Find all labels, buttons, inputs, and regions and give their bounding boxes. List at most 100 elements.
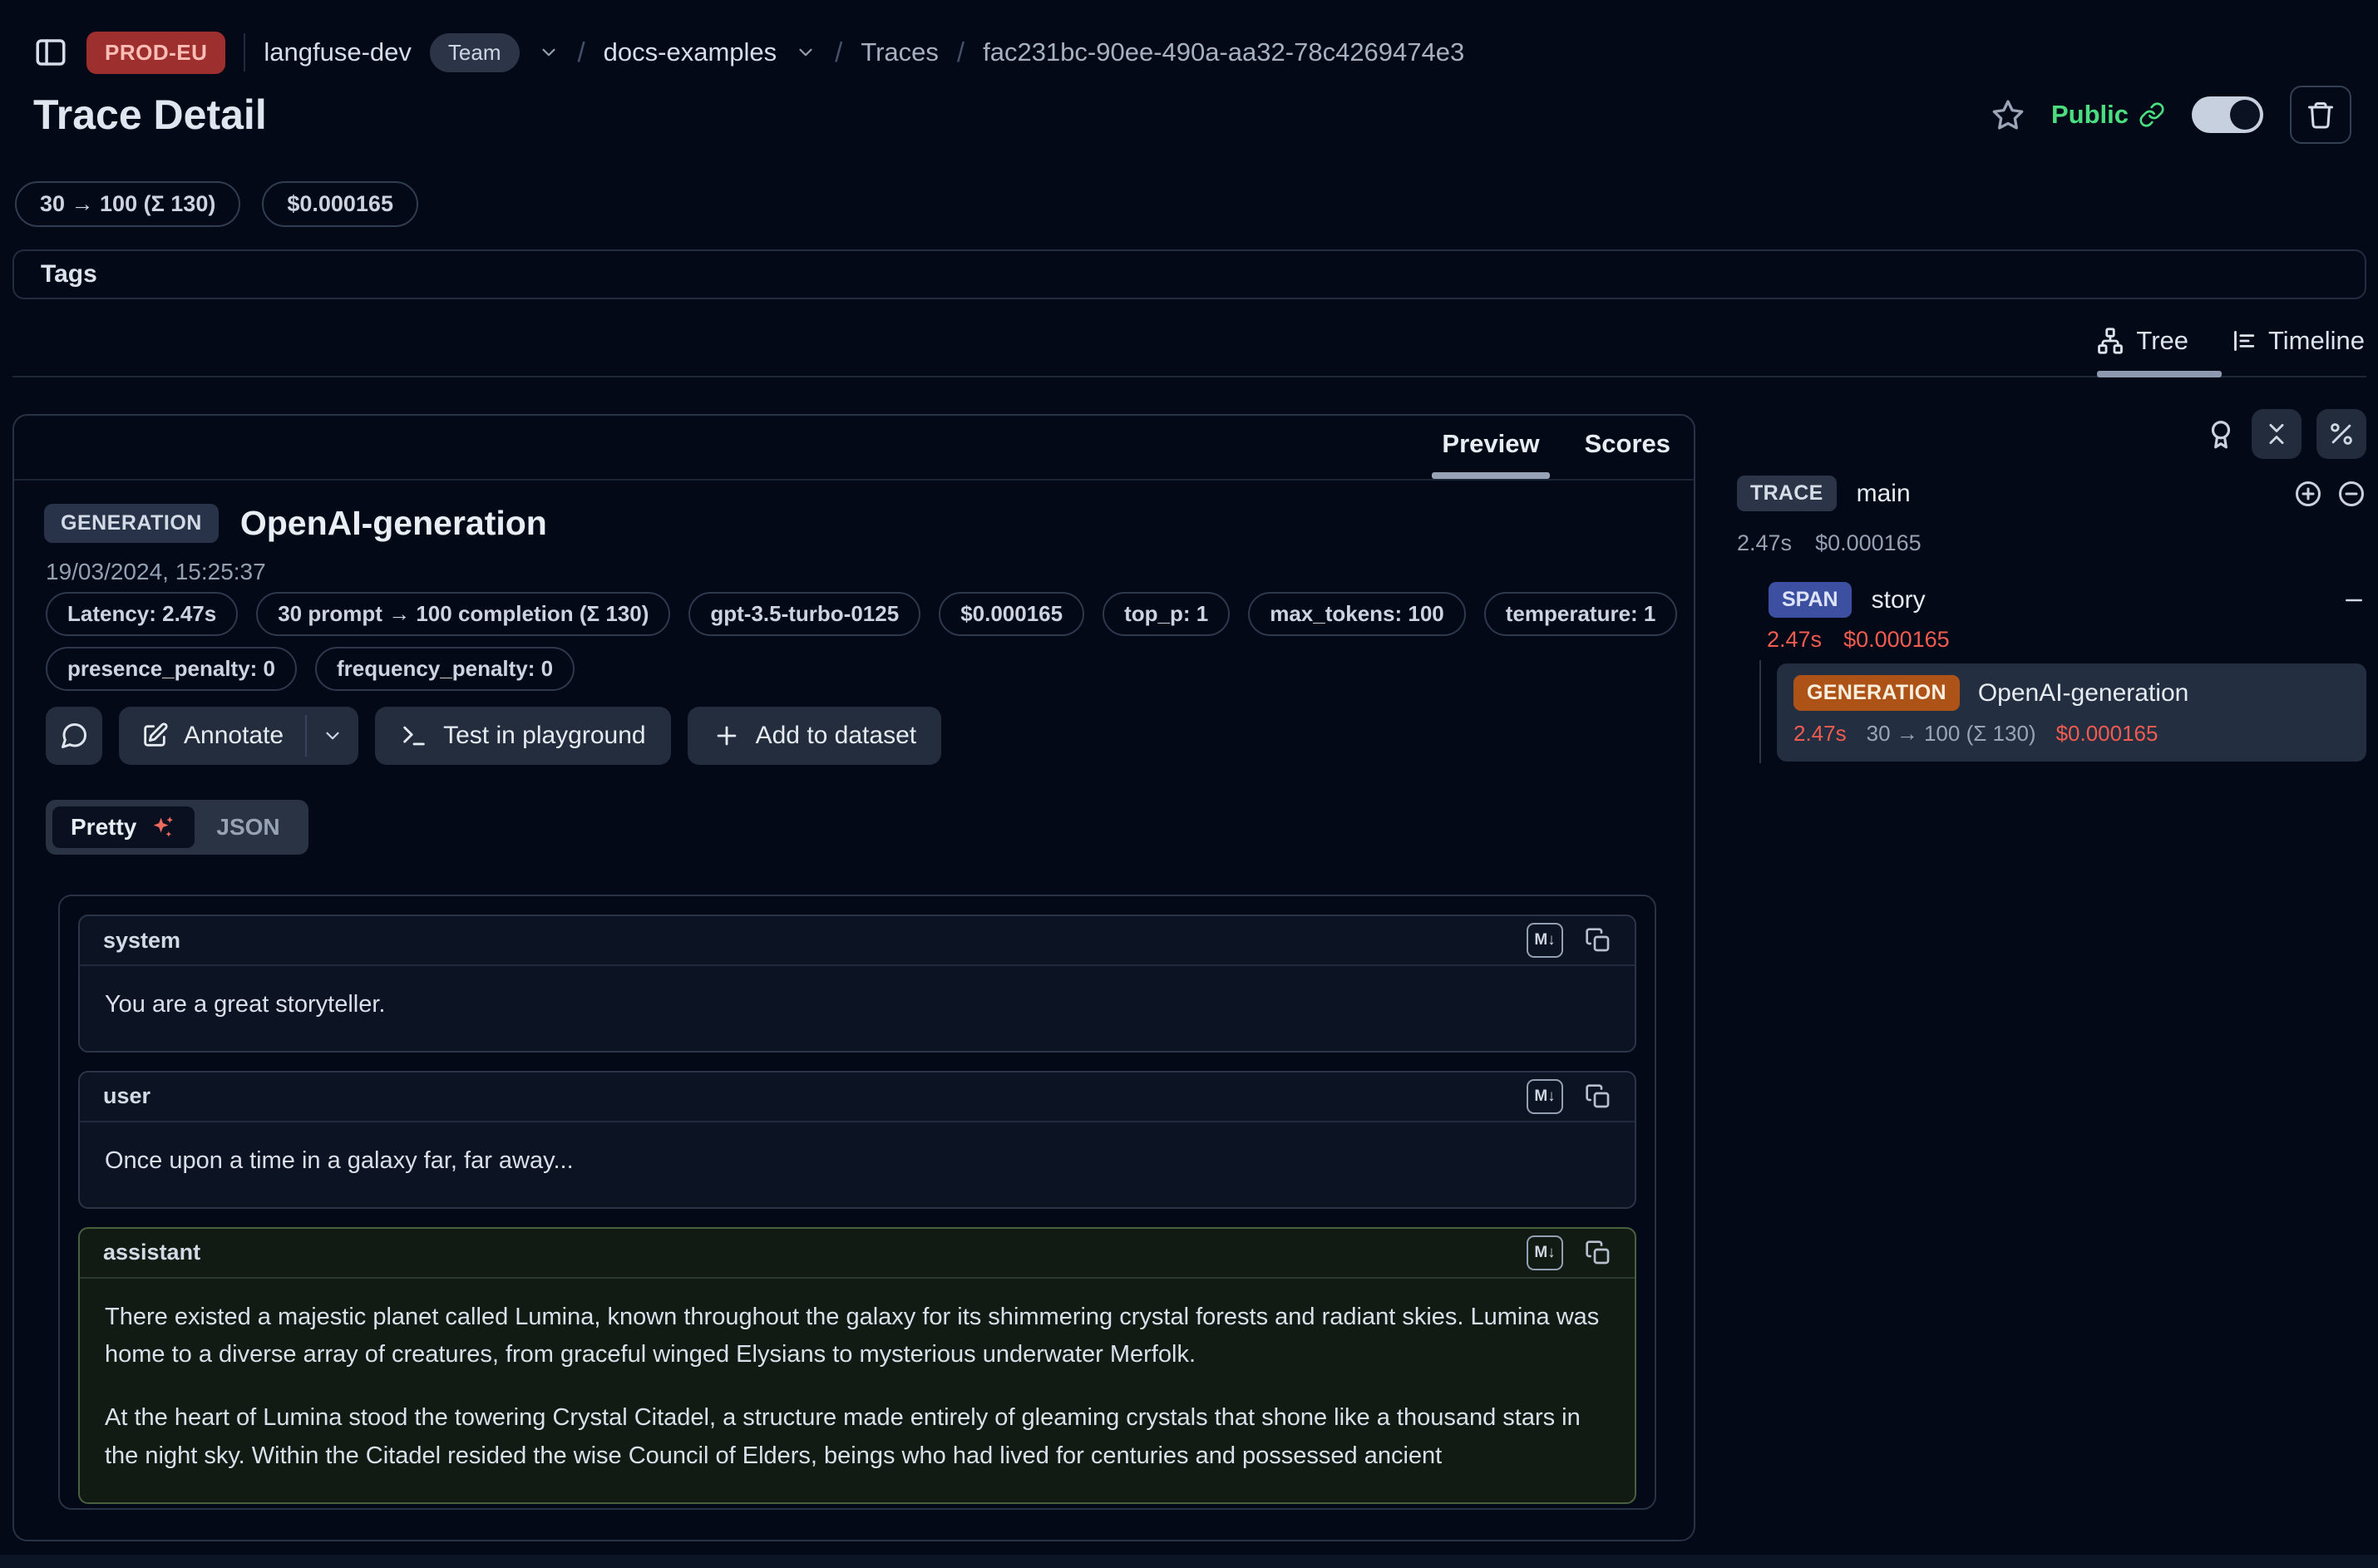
- tree-node-generation-selected[interactable]: GENERATION OpenAI-generation 2.47s 30 → …: [1777, 663, 2366, 762]
- markdown-toggle-icon[interactable]: M↓: [1527, 923, 1563, 958]
- frequency-penalty-badge: frequency_penalty: 0: [315, 647, 575, 691]
- message-header: assistant M↓: [80, 1229, 1635, 1279]
- format-toggle: Pretty JSON: [46, 800, 308, 855]
- copy-icon[interactable]: [1585, 1083, 1611, 1110]
- breadcrumb-org[interactable]: langfuse-dev: [264, 37, 412, 67]
- json-segment[interactable]: JSON: [195, 814, 301, 841]
- token-badge: 30 prompt → 100 completion (Σ 130): [256, 592, 670, 636]
- title-actions: Public: [1991, 86, 2351, 144]
- public-link[interactable]: Public: [2051, 100, 2165, 130]
- minus-icon[interactable]: [2341, 588, 2366, 613]
- tab-scores[interactable]: Scores: [1585, 429, 1670, 479]
- title-row: Trace Detail Public: [33, 80, 2351, 150]
- edit-icon: [141, 722, 169, 750]
- page-title: Trace Detail: [33, 91, 267, 139]
- chevron-down-icon: [322, 725, 343, 747]
- toggle-knob: [2230, 100, 2260, 130]
- message-paragraph: Once upon a time in a galaxy far, far aw…: [105, 1142, 1610, 1181]
- observation-header: GENERATION OpenAI-generation: [44, 504, 547, 543]
- copy-icon[interactable]: [1585, 1240, 1611, 1266]
- tree-node-trace[interactable]: TRACE main: [1737, 476, 2366, 511]
- observation-params-row1: Latency: 2.47s 30 prompt → 100 completio…: [46, 592, 1677, 636]
- tabs-baseline: [12, 376, 2366, 377]
- message-content: There existed a majestic planet called L…: [80, 1279, 1635, 1502]
- breadcrumb: PROD-EU langfuse-dev Team / docs-example…: [33, 27, 2345, 78]
- observation-params-row2: presence_penalty: 0 frequency_penalty: 0: [46, 647, 575, 691]
- org-type-chip[interactable]: Team: [430, 33, 520, 72]
- message-paragraph: At the heart of Lumina stood the towerin…: [105, 1399, 1610, 1476]
- span-name: story: [1872, 586, 1926, 614]
- plus-icon: [713, 722, 741, 750]
- message-header: user M↓: [80, 1072, 1635, 1122]
- timeline-icon: [2228, 327, 2257, 355]
- message-assistant: assistant M↓ There existed a majestic pl…: [78, 1227, 1636, 1504]
- chevron-down-icon[interactable]: [538, 42, 560, 63]
- tree-tab-active-indicator: [2097, 371, 2222, 377]
- tab-tree[interactable]: Tree: [2096, 326, 2188, 356]
- observation-type-badge: GENERATION: [44, 504, 219, 543]
- markdown-toggle-icon[interactable]: M↓: [1527, 1079, 1563, 1114]
- tab-preview[interactable]: Preview: [1442, 429, 1539, 479]
- generation-badge: GENERATION: [1793, 675, 1960, 711]
- message-content: You are a great storyteller.: [80, 966, 1635, 1051]
- divider: [244, 33, 245, 71]
- span-badge: SPAN: [1769, 582, 1852, 618]
- terminal-icon: [400, 722, 428, 750]
- generation-name: OpenAI-generation: [1978, 679, 2189, 708]
- breadcrumb-separator: /: [578, 37, 585, 68]
- comment-icon: [59, 721, 89, 751]
- annotate-split-button: Annotate: [119, 707, 358, 765]
- public-toggle[interactable]: [2192, 96, 2263, 133]
- tab-tree-label: Tree: [2136, 326, 2188, 356]
- environment-badge: PROD-EU: [86, 32, 225, 74]
- annotate-button[interactable]: Annotate: [119, 707, 305, 765]
- collapse-all-icon[interactable]: [2336, 479, 2366, 509]
- cost-badge: $0.000165: [262, 181, 418, 227]
- token-usage-badge: 30 → 100 (Σ 130): [15, 181, 240, 227]
- breadcrumb-traces[interactable]: Traces: [861, 37, 939, 67]
- message-system: system M↓ You are a great storyteller.: [78, 915, 1636, 1053]
- collapse-all-button[interactable]: [2252, 409, 2302, 459]
- copy-icon[interactable]: [1585, 927, 1611, 954]
- link-icon: [2139, 101, 2165, 128]
- span-stats: 2.47s $0.000165: [1767, 627, 1950, 653]
- view-tabs: Tree Timeline: [2096, 326, 2365, 356]
- chevron-down-icon[interactable]: [795, 42, 817, 63]
- message-tools: M↓: [1527, 1235, 1611, 1270]
- pretty-segment[interactable]: Pretty: [52, 806, 195, 848]
- test-in-playground-button[interactable]: Test in playground: [375, 707, 671, 765]
- trace-badge: TRACE: [1737, 476, 1837, 511]
- message-role: assistant: [103, 1240, 200, 1265]
- expand-all-icon[interactable]: [2293, 479, 2323, 509]
- temperature-badge: temperature: 1: [1484, 592, 1678, 636]
- award-icon[interactable]: [2205, 418, 2237, 450]
- playground-label: Test in playground: [443, 722, 646, 750]
- bottom-strip: [0, 1555, 2378, 1568]
- tab-timeline-label: Timeline: [2268, 326, 2365, 356]
- comment-button[interactable]: [46, 707, 102, 765]
- tags-label: Tags: [41, 260, 97, 288]
- metrics-toggle-button[interactable]: [2316, 409, 2366, 459]
- sidebar-toggle-icon[interactable]: [33, 35, 68, 70]
- pretty-label: Pretty: [71, 814, 136, 841]
- breadcrumb-project[interactable]: docs-examples: [604, 37, 777, 67]
- latency-badge: Latency: 2.47s: [46, 592, 238, 636]
- annotate-menu-button[interactable]: [307, 707, 358, 765]
- tags-container[interactable]: Tags: [12, 249, 2366, 299]
- add-to-dataset-button[interactable]: Add to dataset: [688, 707, 941, 765]
- trace-summary-badges: 30 → 100 (Σ 130) $0.000165: [15, 181, 418, 227]
- observation-title: OpenAI-generation: [240, 504, 547, 543]
- message-tools: M↓: [1527, 1079, 1611, 1114]
- breadcrumb-trace-id: fac231bc-90ee-490a-aa32-78c4269474e3: [983, 37, 1464, 67]
- star-icon[interactable]: [1991, 98, 2025, 131]
- breadcrumb-separator: /: [957, 37, 965, 68]
- tree-node-span[interactable]: SPAN story: [1769, 582, 2366, 618]
- tab-timeline[interactable]: Timeline: [2228, 326, 2365, 356]
- message-role: system: [103, 928, 180, 954]
- max-tokens-badge: max_tokens: 100: [1248, 592, 1466, 636]
- delete-trace-button[interactable]: [2290, 86, 2351, 144]
- markdown-toggle-icon[interactable]: M↓: [1527, 1235, 1563, 1270]
- annotate-label: Annotate: [184, 722, 284, 750]
- tree-toolbar: [2205, 409, 2366, 459]
- span-latency: 2.47s: [1767, 627, 1822, 653]
